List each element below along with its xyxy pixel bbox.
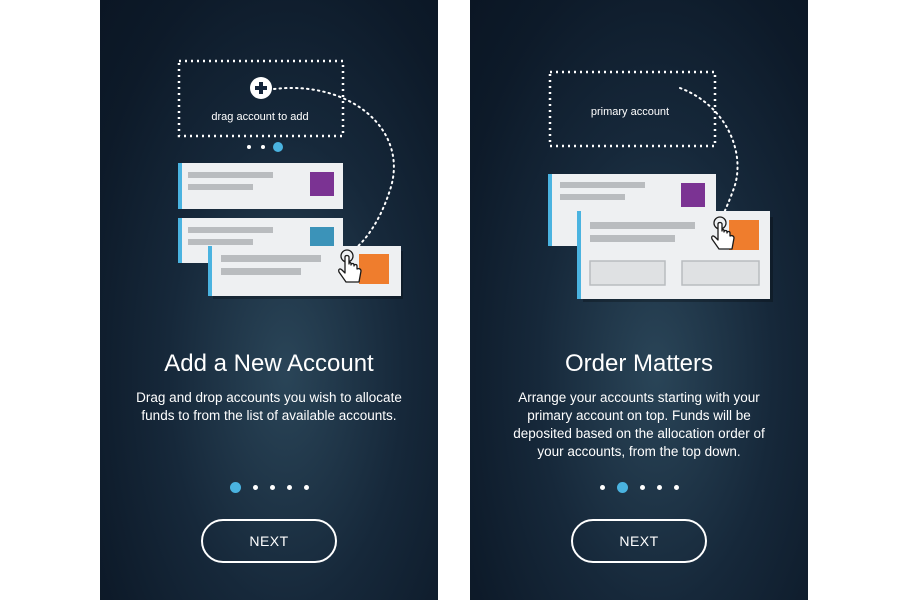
account-card[interactable]: [178, 163, 343, 209]
page-dot[interactable]: [656, 485, 662, 490]
page-dot[interactable]: [673, 485, 679, 490]
page-dot-active[interactable]: [616, 482, 628, 493]
order-matters-illustration: primary account: [548, 70, 773, 302]
page-dot[interactable]: [599, 485, 605, 490]
next-button[interactable]: NEXT: [571, 519, 707, 563]
page-dot[interactable]: [269, 485, 275, 490]
page-dot[interactable]: [252, 485, 258, 490]
screen-description: Drag and drop accounts you wish to alloc…: [136, 390, 402, 423]
page-indicator: [100, 482, 438, 493]
screen-title: Add a New Account: [164, 350, 374, 377]
plus-icon: [250, 77, 272, 99]
page-dot[interactable]: [303, 485, 309, 490]
next-button[interactable]: NEXT: [201, 519, 337, 563]
dragged-account-card[interactable]: [577, 211, 773, 302]
screen-title: Order Matters: [564, 350, 714, 377]
onboarding-screen-order-matters: primary account Order Matters Arrange yo…: [470, 0, 808, 600]
page-indicator: [470, 482, 808, 493]
dragged-account-card[interactable]: [208, 246, 403, 299]
add-account-illustration: drag account to add: [177, 59, 403, 299]
drop-zone-label: primary account: [591, 106, 669, 118]
page-dot-active[interactable]: [229, 482, 241, 493]
page-dot[interactable]: [639, 485, 645, 490]
drop-zone-label: drag account to add: [211, 111, 308, 123]
screen-description: Arrange your accounts starting with your…: [513, 390, 765, 459]
onboarding-screen-add-account: drag account to add Add a New Account Dr…: [100, 0, 438, 600]
page-dot[interactable]: [286, 485, 292, 490]
